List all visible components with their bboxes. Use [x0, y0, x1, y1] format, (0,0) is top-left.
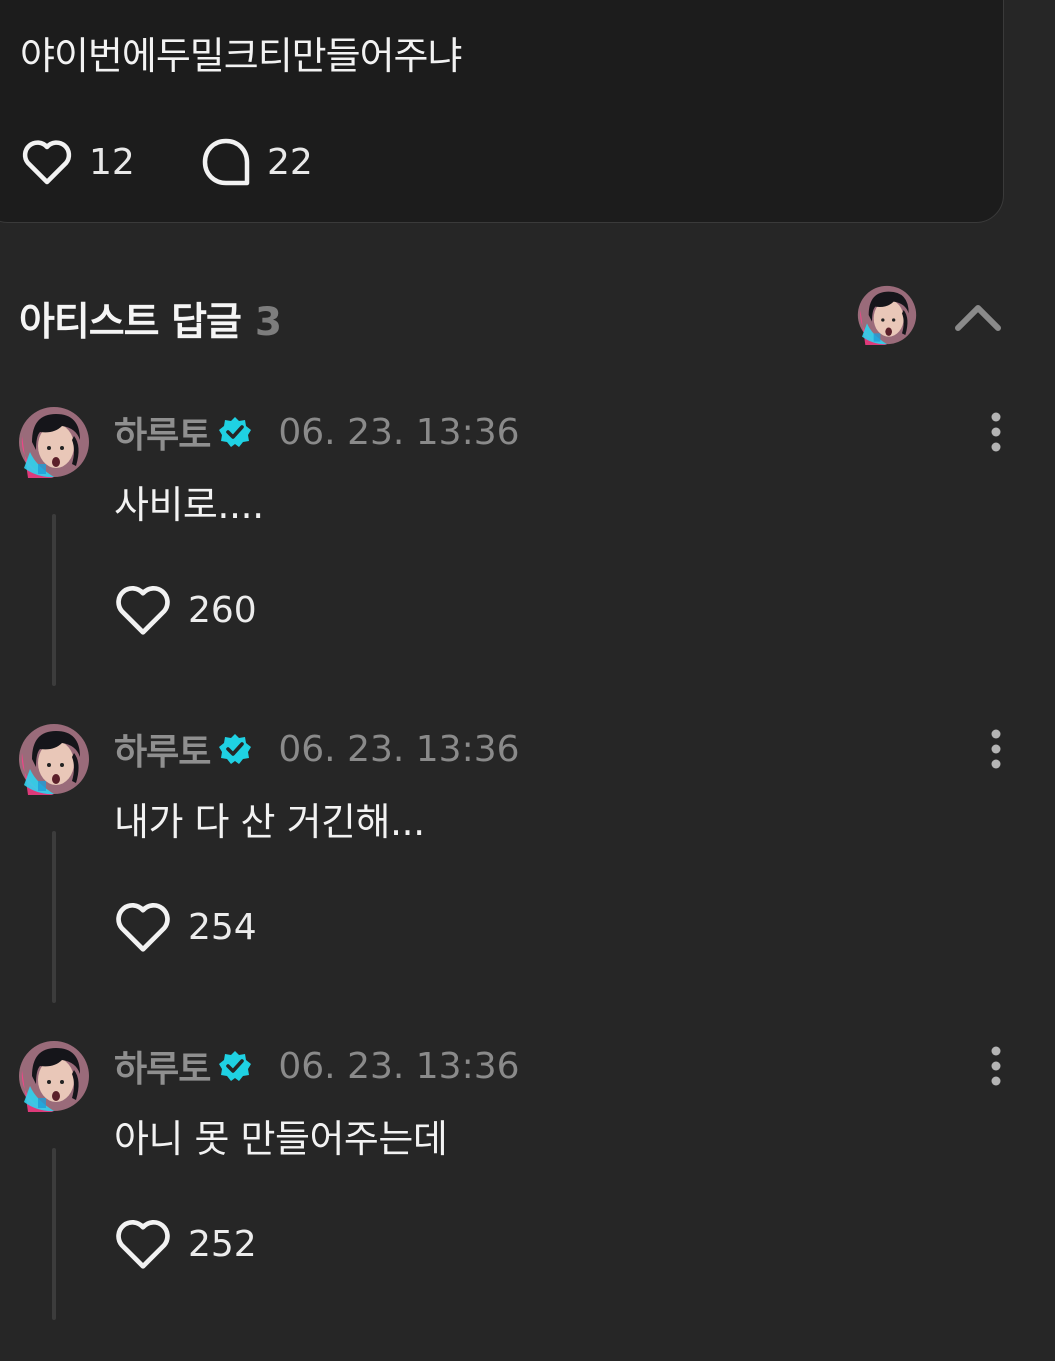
reply-item: 하루토 06. 23. 13:36 내가 다 산 거긴해... 254 [0, 723, 1055, 1023]
thread-line [52, 1148, 56, 1320]
more-vertical-icon [991, 1046, 1001, 1086]
author-name[interactable]: 하루토 [114, 723, 211, 775]
reply-item: 하루토 06. 23. 13:36 사비로.... 260 [0, 406, 1055, 706]
artist-avatar[interactable] [857, 285, 917, 345]
post-comment-count: 22 [267, 141, 313, 183]
reply-text: 내가 다 산 거긴해... [114, 800, 425, 844]
reply-meta: 하루토 06. 23. 13:36 [114, 406, 520, 458]
post-text: 야이번에두밀크티만들어주냐 [20, 34, 462, 78]
reply-text: 아니 못 만들어주는데 [114, 1117, 448, 1161]
collapse-button[interactable] [952, 291, 1004, 343]
author-name[interactable]: 하루토 [114, 1040, 211, 1092]
more-vertical-icon [991, 412, 1001, 452]
heart-outline-icon [22, 140, 72, 185]
timestamp: 06. 23. 13:36 [278, 728, 520, 770]
reply-meta: 하루토 06. 23. 13:36 [114, 1040, 520, 1092]
post-card: 야이번에두밀크티만들어주냐 12 22 [0, 0, 1004, 223]
chevron-up-icon [955, 305, 1001, 331]
author-name[interactable]: 하루토 [114, 406, 211, 458]
more-options-button[interactable] [978, 727, 1014, 771]
more-vertical-icon [991, 729, 1001, 769]
post-like-button[interactable]: 12 [21, 137, 135, 187]
reply-item: 하루토 06. 23. 13:36 아니 못 만들어주는데 252 [0, 1040, 1055, 1340]
reply-like-button[interactable]: 260 [114, 582, 257, 638]
avatar[interactable] [18, 1040, 90, 1112]
reply-like-count: 254 [188, 906, 257, 948]
more-options-button[interactable] [978, 1044, 1014, 1088]
reply-like-button[interactable]: 254 [114, 899, 257, 955]
verified-badge-icon [219, 417, 252, 447]
verified-badge-icon [219, 734, 252, 764]
reply-like-count: 260 [188, 589, 257, 631]
heart-outline-icon [116, 1220, 170, 1269]
thread-line [52, 514, 56, 686]
reply-text: 사비로.... [114, 483, 264, 527]
timestamp: 06. 23. 13:36 [278, 1045, 520, 1087]
thread-line [52, 831, 56, 1003]
avatar[interactable] [18, 406, 90, 478]
heart-outline-icon [116, 586, 170, 635]
heart-outline-icon [116, 903, 170, 952]
reply-meta: 하루토 06. 23. 13:36 [114, 723, 520, 775]
reply-count: 3 [254, 300, 282, 345]
section-title: 아티스트 답글 3 [19, 291, 282, 347]
verified-badge-icon [219, 1051, 252, 1081]
reply-like-button[interactable]: 252 [114, 1216, 257, 1272]
artist-replies-header: 아티스트 답글 3 [19, 287, 1019, 347]
avatar[interactable] [18, 723, 90, 795]
speech-bubble-icon [202, 138, 250, 186]
more-options-button[interactable] [978, 410, 1014, 454]
reply-like-count: 252 [188, 1223, 257, 1265]
post-like-count: 12 [89, 141, 135, 183]
section-title-label: 아티스트 답글 [19, 300, 242, 345]
post-comment-button[interactable]: 22 [201, 137, 313, 187]
timestamp: 06. 23. 13:36 [278, 411, 520, 453]
